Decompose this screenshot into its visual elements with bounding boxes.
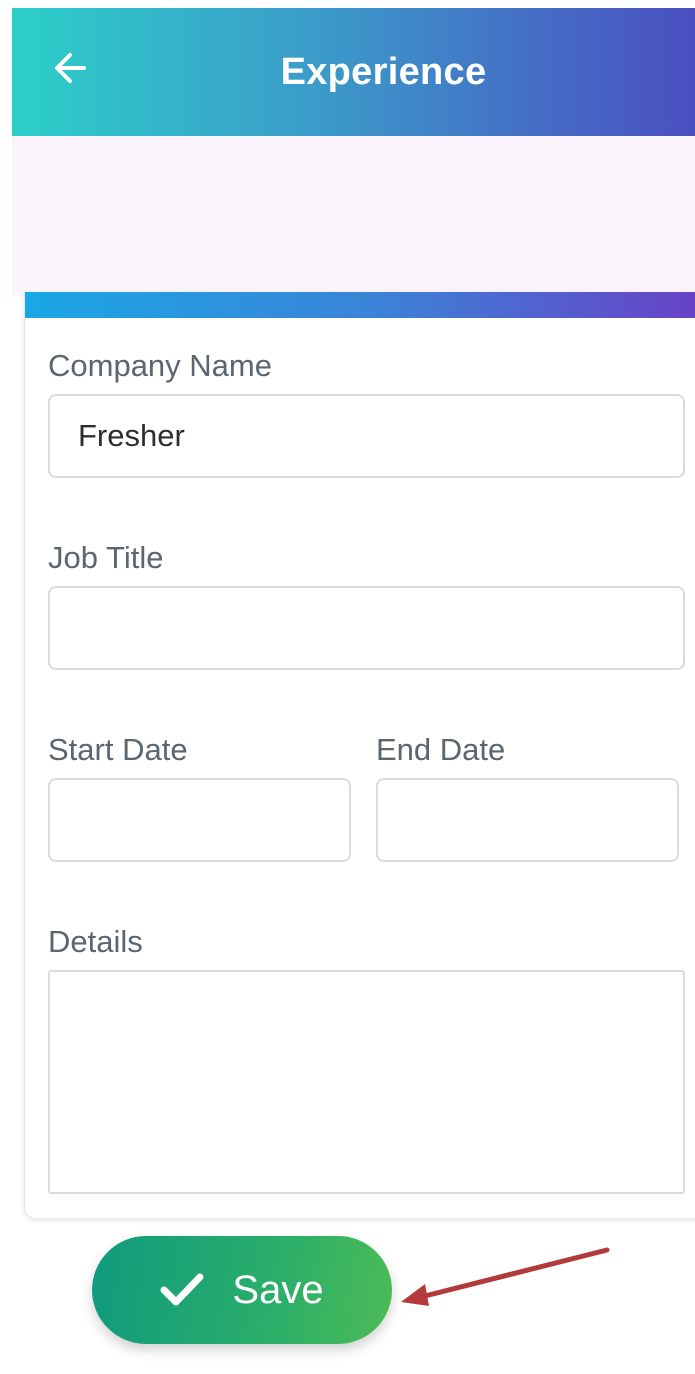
card-header-strip xyxy=(25,292,695,318)
details-label: Details xyxy=(48,924,143,959)
save-button-label: Save xyxy=(232,1267,324,1312)
company-name-label: Company Name xyxy=(48,348,272,383)
header-band xyxy=(12,136,695,296)
page-title: Experience xyxy=(280,50,487,93)
end-date-label: End Date xyxy=(376,732,506,767)
screen: Experience Company Name Fresher Job Titl… xyxy=(0,0,695,1374)
end-date-input[interactable] xyxy=(376,778,679,862)
save-button[interactable]: Save xyxy=(92,1236,392,1344)
company-name-input[interactable]: Fresher xyxy=(48,394,685,478)
app-bar: Experience xyxy=(12,8,695,136)
details-textarea[interactable] xyxy=(48,970,685,1194)
start-date-label: Start Date xyxy=(48,732,188,767)
experience-card: Company Name Fresher Job Title Start Dat… xyxy=(24,292,695,1218)
job-title-label: Job Title xyxy=(48,540,164,575)
annotation-arrow-icon xyxy=(401,1247,610,1306)
check-icon xyxy=(160,1273,204,1306)
start-date-input[interactable] xyxy=(48,778,351,862)
job-title-input[interactable] xyxy=(48,586,685,670)
